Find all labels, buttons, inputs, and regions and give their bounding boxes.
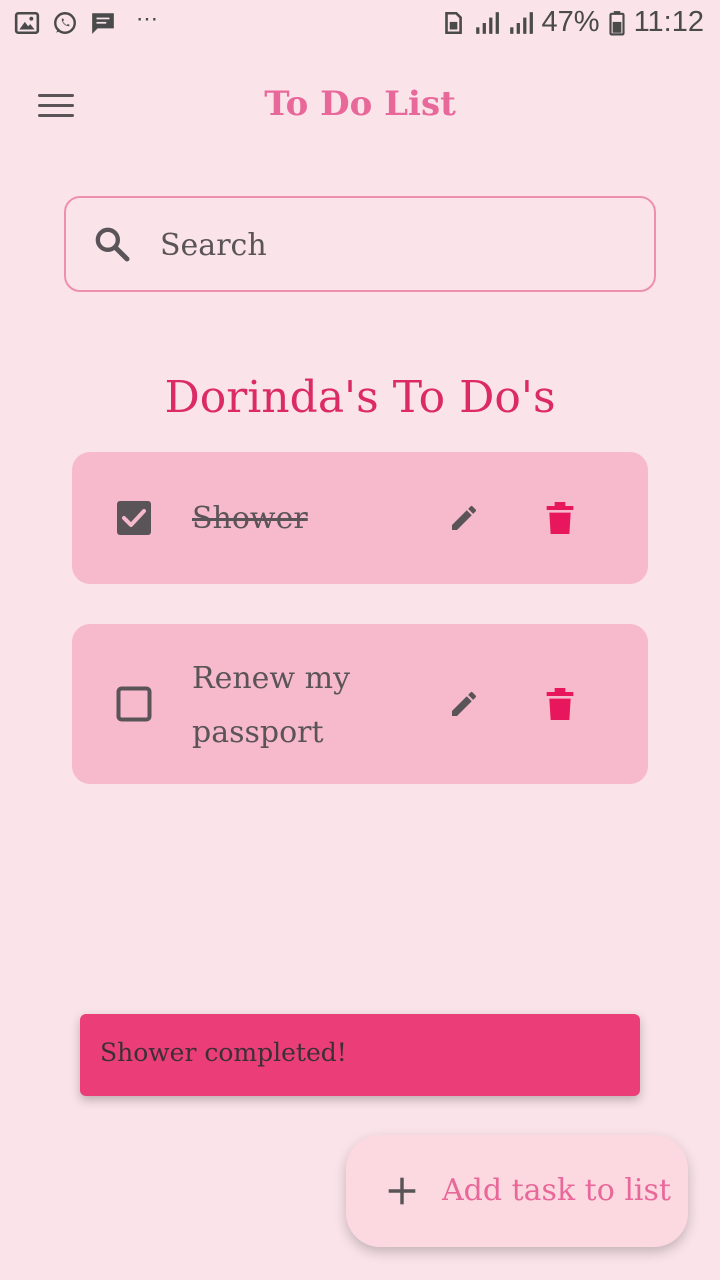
checkbox-checked-icon[interactable] [116,500,152,536]
task-card: Renew my passport [72,624,648,784]
snackbar-message: Shower completed! [100,1038,347,1067]
edit-icon[interactable] [448,502,480,534]
signal-icon [509,11,533,34]
status-bar-left: ⋯ [14,6,160,36]
plus-icon [388,1177,416,1205]
status-bar-right: 47% 11:12 [440,6,704,39]
list-title: Dorinda's To Do's [164,372,556,423]
more-notifications-icon: ⋯ [136,6,160,31]
edit-icon[interactable] [448,688,480,720]
signal-icon [475,11,499,34]
delete-icon[interactable] [546,688,574,720]
app-title: To Do List [264,84,456,124]
task-card: Shower [72,452,648,584]
search-icon [95,227,130,262]
search-bar[interactable] [64,196,656,292]
app-bar: To Do List [0,60,720,150]
gallery-icon [14,11,40,35]
sim-icon [444,11,462,34]
search-input[interactable] [160,220,630,270]
add-task-button[interactable]: Add task to list [346,1135,688,1247]
battery-icon [608,10,625,35]
battery-percent: 47% [541,6,600,38]
task-label: Shower [192,501,308,536]
whatsapp-icon [54,12,76,34]
task-label: Renew my passport [192,661,351,750]
add-task-label: Add task to list [442,1173,671,1208]
message-icon [92,13,114,34]
status-bar: ⋯ 47% 11:12 [0,0,720,50]
checkbox-unchecked-icon[interactable] [116,686,152,722]
snackbar: Shower completed! [80,1014,640,1096]
delete-icon[interactable] [546,502,574,534]
clock: 11:12 [633,6,704,38]
